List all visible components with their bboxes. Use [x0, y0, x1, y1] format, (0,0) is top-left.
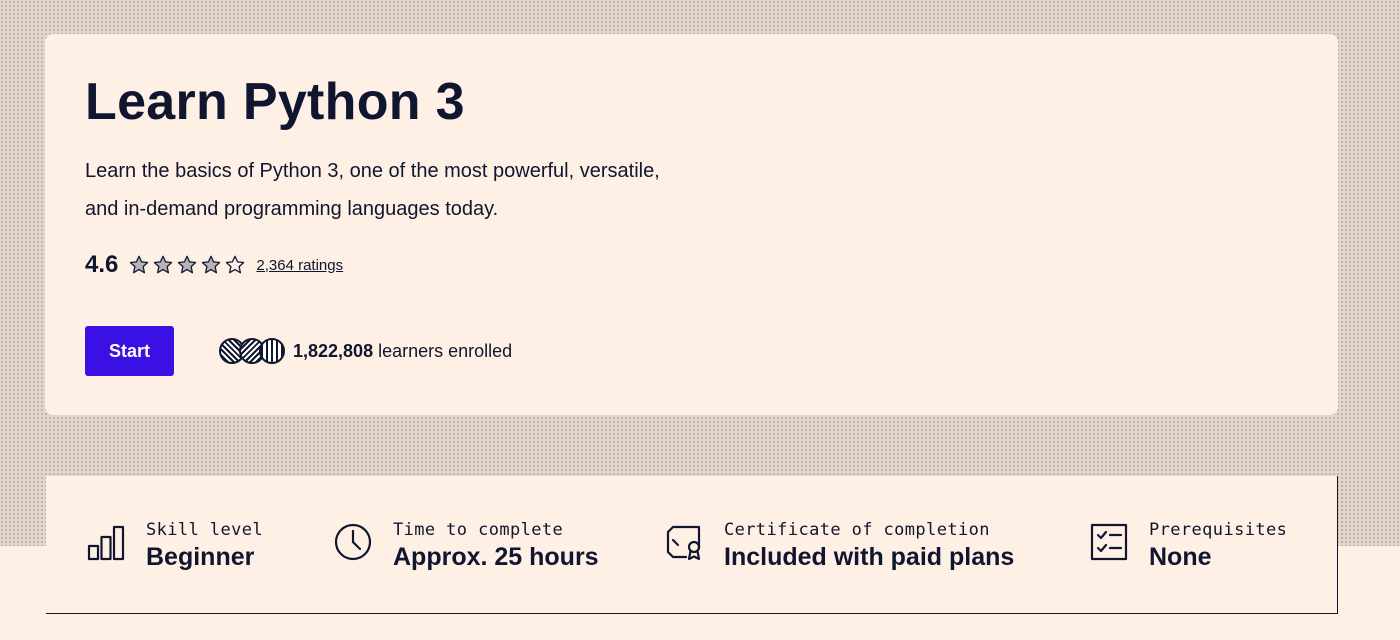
course-details-panel: Skill level Beginner Time to complete Ap…	[46, 476, 1338, 614]
prerequisites-value: None	[1149, 543, 1212, 571]
star-icon	[202, 255, 221, 274]
rating-row: 4.6 2,364 ratings	[85, 248, 343, 282]
star-rating	[128, 254, 246, 276]
clock-icon	[333, 522, 373, 562]
ratings-count-link[interactable]: 2,364 ratings	[256, 257, 343, 274]
skill-level-value: Beginner	[146, 543, 255, 571]
star-icon	[130, 255, 149, 274]
enrolled-learners: 1,822,808 learners enrolled	[219, 337, 512, 365]
rating-value: 4.6	[85, 251, 119, 278]
prerequisites-item: Prerequisites None	[1089, 520, 1287, 574]
time-to-complete-label: Time to complete	[393, 520, 564, 540]
avatar	[259, 338, 285, 364]
time-to-complete-item: Time to complete Approx. 25 hours	[333, 520, 599, 574]
course-title: Learn Python 3	[85, 73, 465, 131]
learner-avatars	[219, 338, 285, 364]
star-icon	[154, 255, 173, 274]
course-hero-card: Learn Python 3 Learn the basics of Pytho…	[45, 34, 1338, 415]
prerequisites-label: Prerequisites	[1149, 520, 1288, 540]
star-icon	[178, 255, 197, 274]
skill-level-label: Skill level	[146, 520, 263, 540]
certificate-item: Certificate of completion Included with …	[664, 520, 1014, 574]
bar-chart-icon	[86, 522, 126, 562]
enrolled-suffix: learners enrolled	[373, 340, 513, 361]
skill-level-item: Skill level Beginner	[86, 520, 263, 574]
certificate-icon	[664, 522, 704, 562]
course-description: Learn the basics of Python 3, one of the…	[85, 160, 660, 220]
checklist-icon	[1089, 522, 1129, 562]
time-to-complete-value: Approx. 25 hours	[393, 543, 599, 571]
enrolled-text: 1,822,808 learners enrolled	[293, 341, 512, 362]
start-button[interactable]: Start	[85, 326, 174, 376]
certificate-label: Certificate of completion	[724, 520, 990, 540]
certificate-value: Included with paid plans	[724, 543, 1015, 571]
star-half-icon	[226, 255, 245, 274]
enrolled-count: 1,822,808	[293, 340, 374, 361]
